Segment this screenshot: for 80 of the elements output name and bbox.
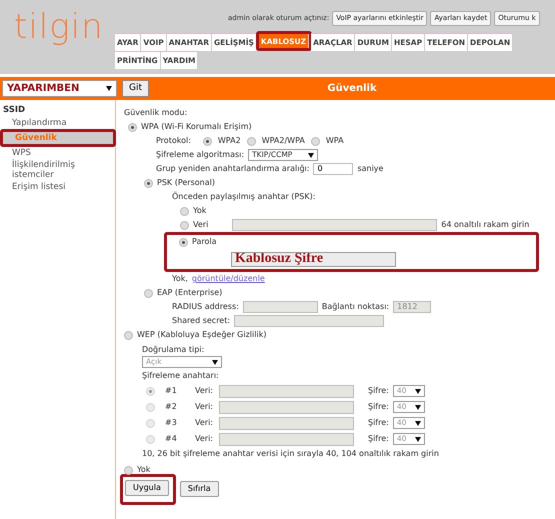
field-label: Shared secret: bbox=[172, 315, 230, 327]
field-label: Şifre: bbox=[368, 401, 389, 413]
hint-text: 64 onaltılı rakam girin bbox=[441, 219, 530, 231]
per-station-value: Yok, bbox=[172, 273, 188, 285]
radio-button[interactable] bbox=[124, 330, 133, 340]
input-field[interactable] bbox=[219, 432, 354, 446]
field-label: Protokol: bbox=[156, 135, 191, 147]
option-label: WEP (Kabloluya Eşdeğer Gizlilik) bbox=[137, 329, 266, 341]
radio-button[interactable] bbox=[179, 238, 188, 246]
field-label: RADIUS address: bbox=[172, 301, 239, 313]
radio-button[interactable] bbox=[146, 418, 155, 428]
form-button[interactable]: Uygula bbox=[125, 480, 169, 496]
option-label: WPA2/WPA bbox=[262, 135, 305, 147]
field-label: Güvenlik modu: bbox=[124, 107, 188, 119]
radio-button[interactable] bbox=[144, 178, 153, 188]
option-label: Parola bbox=[192, 236, 216, 248]
field-label: Doğrulama tipi: bbox=[142, 344, 204, 356]
radio-button[interactable] bbox=[180, 220, 189, 230]
radio-button[interactable] bbox=[246, 136, 256, 146]
field-label: Önceden paylaşılmış anahtar (PSK): bbox=[172, 191, 316, 203]
unit-label: saniye bbox=[357, 163, 384, 175]
field-label: Veri: bbox=[195, 417, 214, 429]
caret-icon bbox=[106, 86, 112, 91]
input-field[interactable] bbox=[219, 416, 354, 430]
logo: tilgin bbox=[14, 6, 104, 49]
input-field[interactable] bbox=[219, 400, 354, 414]
input-field[interactable] bbox=[232, 219, 438, 231]
caret-icon bbox=[212, 360, 218, 364]
field-label: Şifre: bbox=[368, 385, 389, 397]
input-field[interactable] bbox=[219, 384, 354, 398]
sidebar-heading: SSID bbox=[2, 104, 26, 117]
option-label: WPA2 bbox=[218, 135, 241, 147]
caret-icon bbox=[414, 420, 421, 426]
field-label: Grup yeniden anahtarlandırma aralığı: bbox=[156, 163, 310, 175]
option-label: Yok bbox=[193, 205, 206, 217]
radio-button[interactable] bbox=[202, 136, 212, 146]
field-label: Veri: bbox=[195, 433, 214, 445]
edit-link[interactable]: görüntüle/düzenle bbox=[192, 273, 265, 285]
sidebar-item[interactable]: Yapılandırma bbox=[0, 116, 115, 129]
input-field[interactable]: 0 bbox=[313, 163, 354, 175]
field-label: Veri: bbox=[195, 385, 214, 397]
field-label: Şifreleme anahtarı: bbox=[142, 370, 219, 382]
sidebar-item[interactable]: İlişkilendirilmiş istemciler bbox=[0, 158, 115, 181]
radio-button[interactable] bbox=[146, 386, 155, 396]
radio-button[interactable] bbox=[144, 288, 153, 298]
form-button[interactable]: Sıfırla bbox=[180, 481, 219, 497]
field-label: Şifre: bbox=[368, 417, 389, 429]
caret-icon bbox=[414, 388, 421, 394]
radio-button[interactable] bbox=[146, 434, 155, 444]
field-label: Veri: bbox=[195, 401, 214, 413]
caret-icon bbox=[308, 152, 314, 158]
key-index: #1 bbox=[165, 385, 178, 397]
field-label: Şifre: bbox=[368, 433, 389, 445]
radio-button[interactable] bbox=[146, 402, 155, 412]
option-label: WPA bbox=[326, 135, 344, 147]
ssid-select[interactable]: YAPARIMBEN bbox=[2, 80, 117, 97]
input-field[interactable] bbox=[242, 301, 318, 313]
radio-button[interactable] bbox=[180, 206, 189, 216]
caret-icon bbox=[414, 436, 421, 442]
sidebar-item[interactable]: WPS bbox=[0, 146, 115, 159]
input-field[interactable] bbox=[234, 315, 384, 327]
radio-button[interactable] bbox=[128, 122, 137, 132]
page-title: Güvenlik bbox=[326, 82, 378, 96]
field-label: Şifreleme algoritması: bbox=[156, 149, 244, 161]
option-label: WPA (Wi-Fi Korumalı Erişim) bbox=[141, 121, 252, 133]
key-index: #3 bbox=[165, 417, 178, 429]
key-index: #4 bbox=[165, 433, 178, 445]
option-label: EAP (Enterprise) bbox=[157, 287, 222, 299]
hint-text: 10, 26 bit şifreleme anahtar verisi için sırayla 40, 104 onaltılık rakam girin bbox=[142, 448, 439, 460]
radio-button[interactable] bbox=[310, 136, 320, 146]
field-label: Bağlantı noktası: bbox=[322, 301, 390, 313]
password-field[interactable]: Kablosuz Şifre bbox=[231, 252, 396, 266]
go-button[interactable]: Git bbox=[122, 80, 150, 98]
radio-button[interactable] bbox=[124, 466, 133, 474]
caret-icon bbox=[414, 404, 421, 410]
sidebar-item[interactable]: Erişim listesi bbox=[0, 180, 115, 193]
option-label: Yok bbox=[137, 464, 150, 476]
key-index: #2 bbox=[165, 401, 178, 413]
option-label: PSK (Personal) bbox=[157, 177, 215, 189]
option-label: Veri bbox=[193, 219, 208, 231]
